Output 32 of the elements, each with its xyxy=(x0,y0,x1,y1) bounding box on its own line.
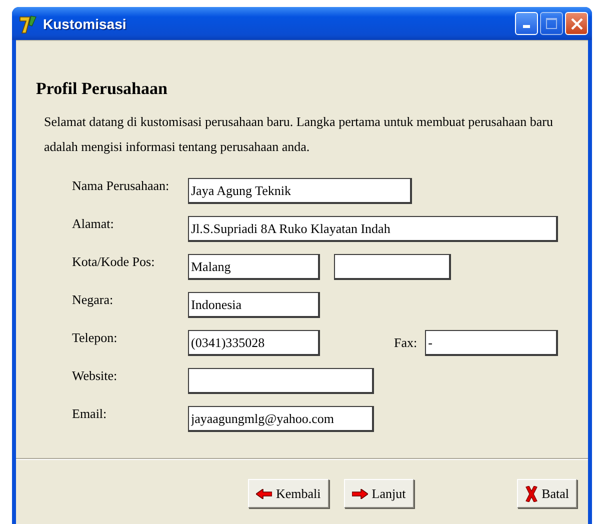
maximize-button[interactable] xyxy=(540,12,563,35)
input-field[interactable]: jayaagungmlg@yahoo.com xyxy=(188,406,374,432)
cancel-button[interactable]: Batal xyxy=(516,479,577,508)
field-label: Fax: xyxy=(394,335,418,351)
back-button[interactable]: Kembali xyxy=(248,479,329,508)
description-text: Selamat datang di kustomisasi perusahaan baru. Langka pertama untuk membuat perusahaan baru adalah mengisi informasi tentang perusahaan anda. xyxy=(44,113,554,156)
maximize-icon xyxy=(546,18,557,29)
field-label: Telepon: xyxy=(72,330,118,346)
next-button[interactable]: Lanjut xyxy=(344,479,414,508)
field-label: Website: xyxy=(72,368,118,384)
field-label: Email: xyxy=(72,406,108,422)
input-field[interactable] xyxy=(188,368,374,394)
minimize-button[interactable] xyxy=(515,12,538,35)
left-arrow-icon xyxy=(256,488,272,498)
window-title: Kustomisasi xyxy=(43,16,128,32)
right-arrow-icon xyxy=(352,488,368,498)
app-logo-icon xyxy=(18,14,38,34)
input-field[interactable]: - xyxy=(425,330,558,356)
input-field[interactable] xyxy=(334,254,451,280)
input-field[interactable]: (0341)335028 xyxy=(188,330,320,356)
field-label: Negara: xyxy=(72,292,114,308)
input-field[interactable]: Indonesia xyxy=(188,292,320,318)
close-button[interactable] xyxy=(565,12,588,35)
input-field[interactable]: Jaya Agung Teknik xyxy=(188,178,412,204)
field-label: Nama Perusahaan: xyxy=(72,178,170,194)
field-label: Kota/Kode Pos: xyxy=(72,254,156,270)
cross-icon xyxy=(524,486,538,502)
close-icon xyxy=(570,18,582,30)
field-label: Alamat: xyxy=(72,216,115,232)
section-heading: Profil Perusahaan xyxy=(36,79,168,99)
input-field[interactable]: Malang xyxy=(188,254,320,280)
input-field[interactable]: Jl.S.Supriadi 8A Ruko Klayatan Indah xyxy=(188,216,558,242)
